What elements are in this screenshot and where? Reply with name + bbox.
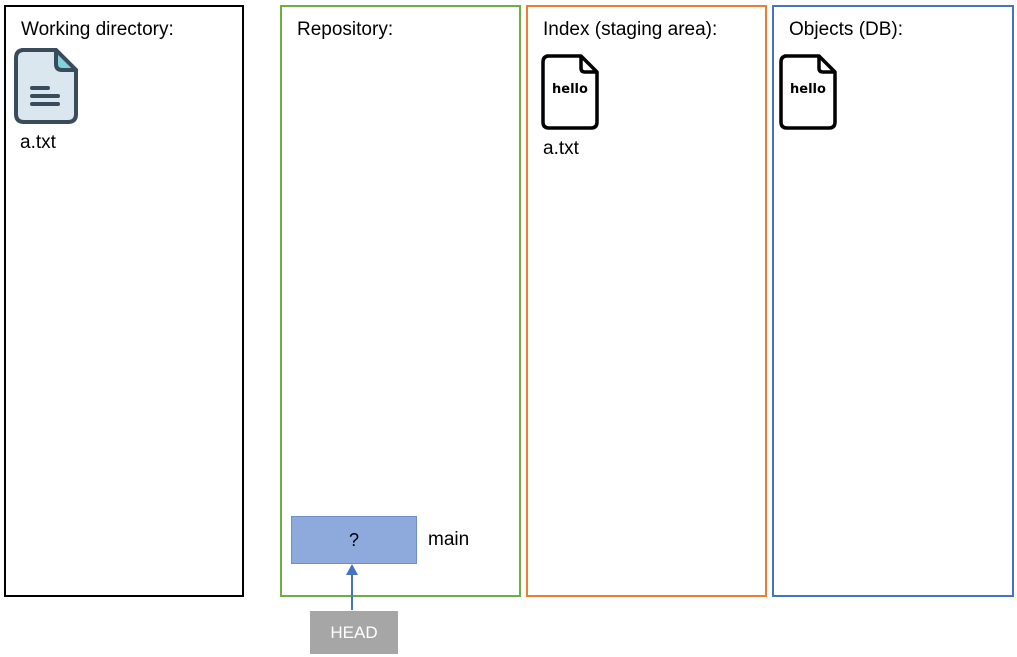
index-title: Index (staging area): [543, 19, 718, 40]
index-file-content: hello [552, 82, 588, 97]
objects-title: Objects (DB): [789, 19, 904, 40]
objects-blob-content: hello [790, 82, 826, 97]
head-label: HEAD [330, 622, 378, 642]
commit-label: ? [348, 529, 359, 550]
commit-box: ? [291, 516, 417, 564]
repository-title: Repository: [297, 19, 394, 40]
working-directory-title: Working directory: [21, 19, 174, 40]
head-pointer: HEAD [310, 611, 398, 654]
index-file-name: a.txt [543, 138, 579, 159]
working-directory-file-name: a.txt [20, 132, 56, 153]
head-arrow [346, 564, 358, 610]
file-hello-icon: hello [779, 54, 837, 130]
repository-panel: Repository: [280, 5, 521, 597]
document-icon [14, 48, 78, 124]
file-hello-icon: hello [541, 54, 599, 130]
branch-label: main [428, 529, 470, 550]
